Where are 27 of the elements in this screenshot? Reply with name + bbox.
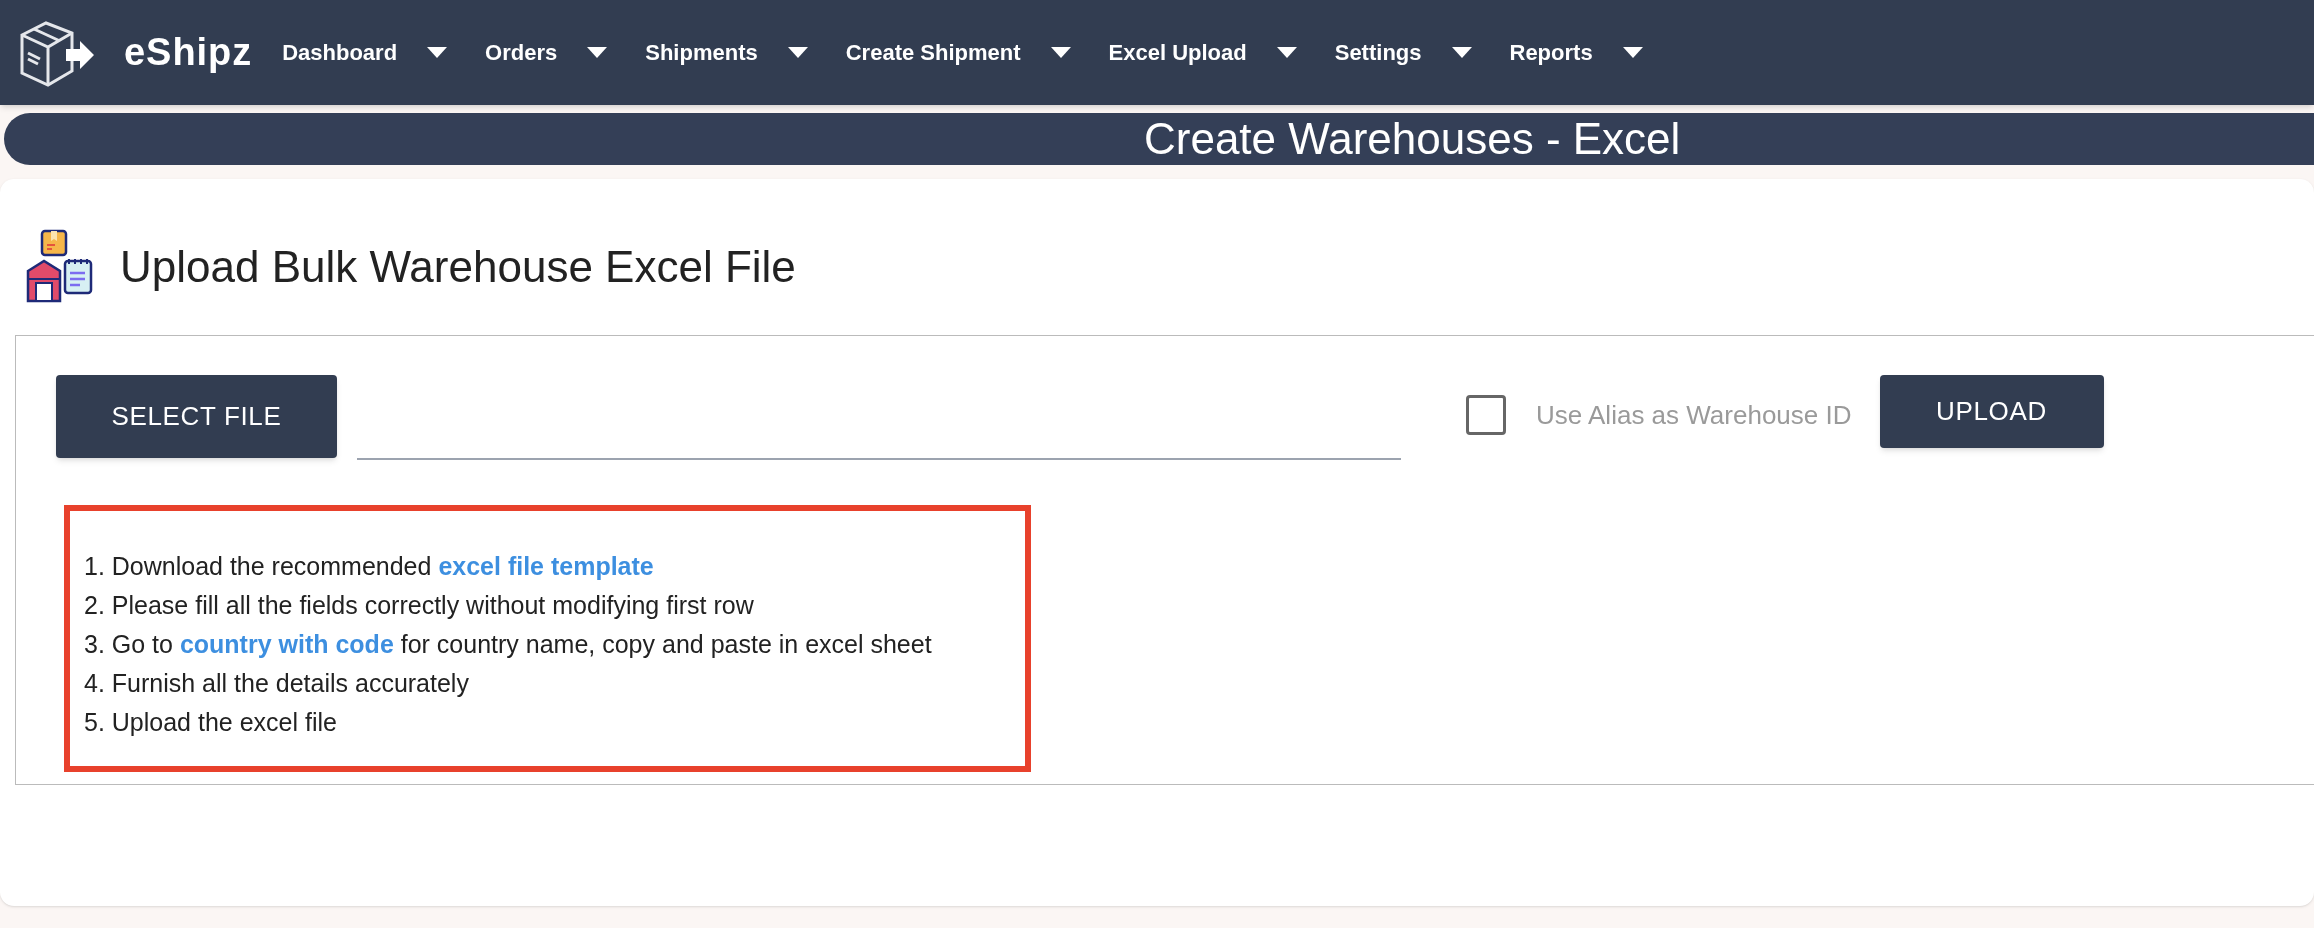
instruction-text: 4. Furnish all the details accurately (84, 668, 470, 699)
nav-menu-item[interactable]: Settings (1334, 36, 1472, 69)
section-heading: Upload Bulk Warehouse Excel File (120, 241, 796, 293)
instruction-text: 1. Download the recommended excel file template (84, 551, 655, 582)
nav-menu-item[interactable]: Excel Upload (1108, 36, 1297, 69)
caret-icon (1276, 47, 1297, 58)
caret-icon (1622, 47, 1643, 58)
warehouse-boxes-icon (25, 229, 95, 305)
page-title: Create Warehouses - Excel (1144, 117, 1681, 161)
caret-icon (427, 47, 448, 58)
upload-button[interactable]: UPLOAD (1879, 375, 2104, 448)
instruction-text: 3. Go to country with code for country name, copy and paste in excel sheet (84, 629, 933, 660)
nav-menu-item[interactable]: Dashboard (282, 36, 448, 69)
caret-icon (1050, 47, 1071, 58)
caret-icon (587, 47, 608, 58)
nav-menu-item[interactable]: Orders (485, 36, 608, 69)
nav-menu-item[interactable]: Create Shipment (845, 36, 1071, 69)
caret-icon (1451, 47, 1472, 58)
instruction-text: 5. Upload the excel file (84, 707, 338, 738)
nav-menu-item[interactable]: Reports (1509, 36, 1643, 69)
nav-menu-item[interactable]: Shipments (645, 36, 808, 69)
select-file-button[interactable]: SELECT FILE (56, 375, 337, 458)
caret-icon (787, 47, 808, 58)
instruction-text: 2. Please fill all the fields correctly without modifying first row (84, 590, 755, 621)
checkbox[interactable] (1466, 395, 1506, 435)
brand-name: eShipz (124, 30, 253, 75)
checkbox-label: Use Alias as Warehouse ID (1536, 398, 1852, 432)
